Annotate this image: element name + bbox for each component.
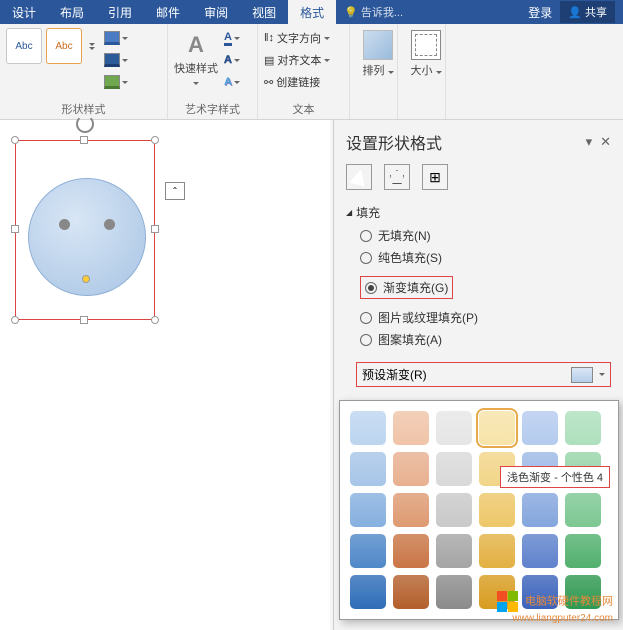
group-wordart-label: 艺术字样式	[168, 101, 257, 117]
text-fill-button[interactable]: A	[222, 28, 242, 48]
fill-swatch-icon	[104, 31, 120, 45]
handle-tr[interactable]	[151, 136, 159, 144]
group-text-label: 文本	[258, 101, 349, 117]
handle-bl[interactable]	[11, 316, 19, 324]
gradient-preset-0-0[interactable]	[350, 411, 386, 445]
gradient-preset-0-4[interactable]	[522, 411, 558, 445]
create-link-button[interactable]: ⚯创建链接	[264, 72, 343, 92]
handle-t[interactable]	[80, 136, 88, 144]
handle-l[interactable]	[11, 225, 19, 233]
circle-shape[interactable]	[28, 178, 146, 296]
gradient-preset-0-5[interactable]	[565, 411, 601, 445]
gradient-preset-2-4[interactable]	[522, 493, 558, 527]
gradient-preset-3-2[interactable]	[436, 534, 472, 568]
gradient-preset-0-3[interactable]	[479, 411, 515, 445]
gradient-preset-0-2[interactable]	[436, 411, 472, 445]
tab-design[interactable]: 设计	[0, 0, 48, 25]
gradient-preset-2-1[interactable]	[393, 493, 429, 527]
gradient-preset-1-2[interactable]	[436, 452, 472, 486]
quick-styles-button[interactable]: A 快速样式	[174, 28, 218, 98]
link-icon: ⚯	[264, 76, 273, 89]
gradient-preset-popup: 浅色渐变 - 个性色 4	[339, 400, 619, 620]
shape-fill-button[interactable]	[102, 28, 130, 48]
rotate-handle-icon[interactable]	[76, 115, 94, 133]
effects-tab-icon[interactable]	[384, 164, 410, 190]
tab-references[interactable]: 引用	[96, 0, 144, 25]
gradient-tooltip: 浅色渐变 - 个性色 4	[500, 466, 610, 488]
text-direction-icon: ‖↕	[264, 32, 274, 44]
shape-eye-left	[59, 219, 70, 230]
shape-eye-right	[104, 219, 115, 230]
ribbon-tabs: 设计 布局 引用 邮件 审阅 视图 格式 💡 告诉我... 登录 👤 共享	[0, 0, 623, 24]
text-direction-button[interactable]: ‖↕文字方向	[264, 28, 343, 48]
preset-gradient-dropdown[interactable]: 预设渐变(R)	[356, 362, 611, 387]
tab-review[interactable]: 审阅	[192, 0, 240, 25]
shape-effects-button[interactable]	[102, 72, 130, 92]
preset-swatch-icon	[571, 367, 593, 383]
shape-outline-button[interactable]	[102, 50, 130, 70]
size-button[interactable]: 大小	[404, 28, 448, 78]
adjust-handle[interactable]	[82, 275, 90, 283]
outline-swatch-icon	[104, 53, 120, 67]
size-icon	[411, 30, 441, 60]
gradient-preset-3-1[interactable]	[393, 534, 429, 568]
ribbon: Abc Abc 形状样式 A 快速样式 A A A 艺术字样式	[0, 24, 623, 120]
layout-options-icon[interactable]: ⌃	[165, 182, 185, 200]
gradient-preset-1-1[interactable]	[393, 452, 429, 486]
signin-link[interactable]: 登录	[528, 4, 552, 21]
fill-line-tab-icon[interactable]	[346, 164, 372, 190]
text-outline-button[interactable]: A	[222, 50, 242, 70]
tab-view[interactable]: 视图	[240, 0, 288, 25]
gradient-preset-3-4[interactable]	[522, 534, 558, 568]
layout-tab-icon[interactable]: ⊞	[422, 164, 448, 190]
gradient-preset-4-2[interactable]	[436, 575, 472, 609]
arrange-icon	[363, 30, 393, 60]
handle-tl[interactable]	[11, 136, 19, 144]
pane-options-icon[interactable]: ▾	[586, 134, 593, 150]
pane-title: 设置形状格式	[346, 130, 442, 154]
gradient-preset-3-0[interactable]	[350, 534, 386, 568]
tell-me[interactable]: 💡 告诉我...	[344, 4, 403, 20]
text-effects-button[interactable]: A	[222, 72, 242, 92]
gradient-fill-radio[interactable]: 渐变填充(G)	[360, 276, 453, 299]
gradient-preset-0-1[interactable]	[393, 411, 429, 445]
gradient-preset-2-0[interactable]	[350, 493, 386, 527]
picture-fill-radio[interactable]: 图片或纹理填充(P)	[360, 309, 611, 326]
pattern-fill-radio[interactable]: 图案填充(A)	[360, 331, 611, 348]
share-button[interactable]: 👤 共享	[560, 1, 615, 23]
fill-section-header[interactable]: 填充	[346, 204, 611, 221]
gradient-preset-3-3[interactable]	[479, 534, 515, 568]
effects-swatch-icon	[104, 75, 120, 89]
shape-style-2[interactable]: Abc	[46, 28, 82, 64]
gradient-preset-3-5[interactable]	[565, 534, 601, 568]
gradient-preset-2-2[interactable]	[436, 493, 472, 527]
wordart-A-icon: A	[174, 30, 218, 60]
align-text-button[interactable]: ▤对齐文本	[264, 50, 343, 70]
handle-r[interactable]	[151, 225, 159, 233]
shape-style-more[interactable]	[86, 28, 98, 64]
gradient-preset-4-1[interactable]	[393, 575, 429, 609]
gradient-preset-2-3[interactable]	[479, 493, 515, 527]
gradient-preset-4-0[interactable]	[350, 575, 386, 609]
watermark: 电脑软硬件教程网 www.liangputer24.com	[497, 591, 613, 624]
gradient-preset-2-5[interactable]	[565, 493, 601, 527]
solid-fill-radio[interactable]: 纯色填充(S)	[360, 249, 611, 266]
pane-close-icon[interactable]: ✕	[600, 134, 611, 150]
watermark-logo-icon	[497, 591, 518, 612]
handle-br[interactable]	[151, 316, 159, 324]
tab-layout[interactable]: 布局	[48, 0, 96, 25]
shape-style-1[interactable]: Abc	[6, 28, 42, 64]
handle-b[interactable]	[80, 316, 88, 324]
align-text-icon: ▤	[264, 54, 274, 67]
tab-mailings[interactable]: 邮件	[144, 0, 192, 25]
arrange-button[interactable]: 排列	[356, 28, 400, 78]
no-fill-radio[interactable]: 无填充(N)	[360, 227, 611, 244]
gradient-preset-1-0[interactable]	[350, 452, 386, 486]
tab-format[interactable]: 格式	[288, 0, 336, 25]
